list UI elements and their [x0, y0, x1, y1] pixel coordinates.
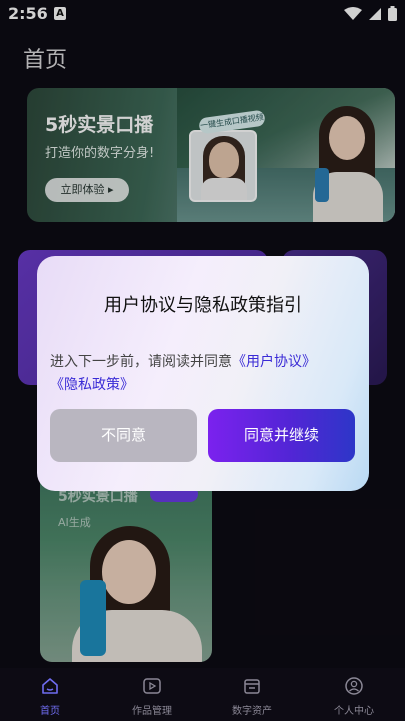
nav-item-assets[interactable]: 数字资产	[212, 676, 292, 717]
agree-continue-button[interactable]: 同意并继续	[208, 409, 355, 462]
nav-label-profile: 个人中心	[334, 706, 374, 717]
agreement-dialog: 用户协议与隐私政策指引 进入下一步前，请阅读并同意《用户协议》 《隐私政策》 不…	[37, 256, 369, 491]
nav-label-works: 作品管理	[132, 706, 172, 717]
nav-item-profile[interactable]: 个人中心	[314, 676, 394, 717]
dialog-body: 进入下一步前，请阅读并同意《用户协议》 《隐私政策》	[50, 351, 356, 397]
person-icon	[344, 676, 364, 696]
user-agreement-link[interactable]: 《用户协议》	[232, 354, 316, 370]
dialog-title: 用户协议与隐私政策指引	[104, 295, 302, 316]
home-icon	[40, 676, 60, 696]
dialog-body-text: 进入下一步前，请阅读并同意	[50, 354, 232, 370]
privacy-policy-link[interactable]: 《隐私政策》	[50, 377, 134, 393]
nav-label-assets: 数字资产	[232, 706, 272, 717]
nav-label-home: 首页	[40, 706, 60, 717]
nav-item-home[interactable]: 首页	[10, 676, 90, 717]
bottom-nav: 首页 作品管理 数字资产 个人中心	[0, 668, 405, 721]
video-icon	[142, 676, 162, 696]
disagree-button[interactable]: 不同意	[50, 409, 197, 462]
store-icon	[242, 676, 262, 696]
nav-item-works[interactable]: 作品管理	[112, 676, 192, 717]
